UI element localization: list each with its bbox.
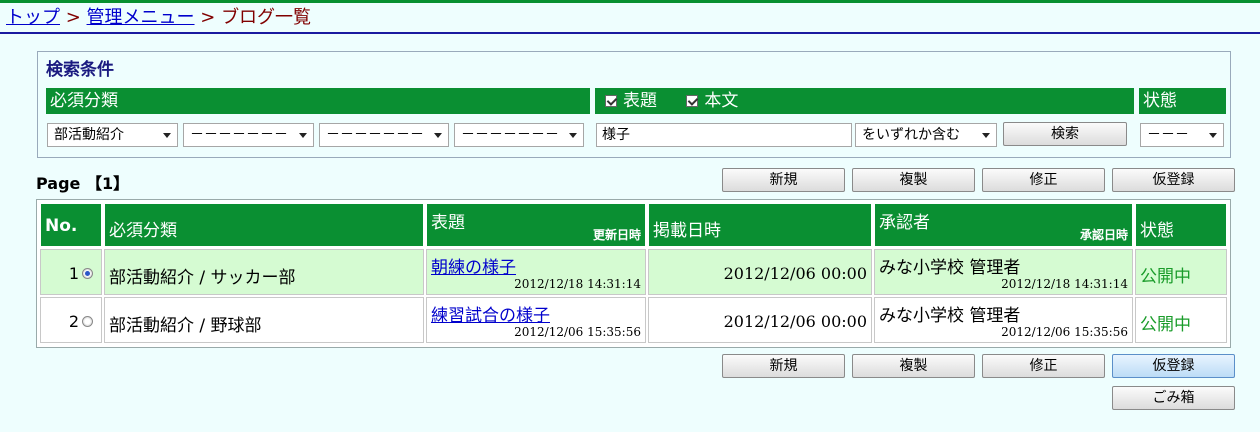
- page-indicator: Page 【1】: [36, 174, 130, 193]
- status-header: 状態: [1139, 88, 1226, 114]
- category-select-2-value: －－－－－－－: [190, 127, 288, 143]
- category-select-1-value: 部活動紹介: [54, 127, 124, 143]
- keyword-input[interactable]: 様子: [596, 123, 852, 147]
- row-published: 2012/12/06 00:00: [723, 312, 867, 331]
- breadcrumb-admin-menu-link[interactable]: 管理メニュー: [87, 7, 195, 28]
- status-header-label: 状態: [1143, 91, 1177, 111]
- header-published: 掲載日時: [648, 203, 872, 247]
- breadcrumb: トップ > 管理メニュー > ブログ一覧: [6, 4, 311, 32]
- search-button[interactable]: 検索: [1003, 122, 1127, 146]
- edit-button[interactable]: 修正: [982, 354, 1105, 378]
- top-accent-bar: [0, 0, 1260, 3]
- category-select-1[interactable]: 部活動紹介: [47, 123, 178, 147]
- chevron-down-icon: [163, 133, 171, 138]
- category-select-4[interactable]: －－－－－－－: [454, 123, 584, 147]
- chevron-down-icon: [1209, 133, 1217, 138]
- header-status: 状態: [1135, 203, 1227, 247]
- row-category: 部活動紹介 / 野球部: [109, 316, 262, 336]
- new-button[interactable]: 新規: [722, 168, 845, 192]
- header-category-label: 必須分類: [109, 221, 177, 241]
- status-select-value: －－－: [1147, 127, 1189, 143]
- row-number: 1: [68, 264, 79, 283]
- header-approved-label: 承認日時: [1079, 228, 1128, 242]
- provisional-register-button[interactable]: 仮登録: [1112, 354, 1235, 378]
- new-button[interactable]: 新規: [722, 354, 845, 378]
- chevron-down-icon: [299, 133, 307, 138]
- row-no-cell: 2: [40, 297, 102, 343]
- row-approver: みな小学校 管理者: [879, 258, 1021, 278]
- chevron-down-icon: [569, 133, 577, 138]
- copy-button[interactable]: 複製: [852, 354, 975, 378]
- category-select-2[interactable]: －－－－－－－: [183, 123, 314, 147]
- row-published-cell: 2012/12/06 00:00: [648, 249, 872, 295]
- row-approver: みな小学校 管理者: [879, 306, 1021, 326]
- row-approver-cell: みな小学校 管理者 2012/12/18 14:31:14: [874, 249, 1133, 295]
- row-select-radio[interactable]: [82, 316, 93, 327]
- title-checkbox[interactable]: [605, 95, 617, 107]
- row-title-link[interactable]: 朝練の様子: [431, 253, 516, 278]
- category-select-4-value: －－－－－－－: [461, 127, 559, 143]
- category-header: 必須分類: [46, 88, 590, 114]
- row-category-cell: 部活動紹介 / 野球部: [104, 297, 424, 343]
- breadcrumb-separator: >: [60, 7, 87, 28]
- row-approved: 2012/12/18 14:31:14: [1001, 277, 1128, 291]
- row-approved: 2012/12/06 15:35:56: [1001, 325, 1128, 339]
- body-checkbox[interactable]: [686, 95, 699, 107]
- row-number: 2: [68, 312, 79, 331]
- row-title-cell: 練習試合の様子 2012/12/06 15:35:56: [426, 297, 646, 343]
- row-status: 公開中: [1140, 267, 1191, 287]
- header-published-label: 掲載日時: [653, 221, 721, 241]
- header-status-label: 状態: [1140, 221, 1174, 241]
- row-no-cell: 1: [40, 249, 102, 295]
- breadcrumb-separator: >: [194, 7, 222, 28]
- match-mode-select[interactable]: をいずれか含む: [855, 123, 997, 147]
- breadcrumb-divider: [0, 32, 1260, 34]
- category-select-3[interactable]: －－－－－－－: [319, 123, 449, 147]
- header-updated-label: 更新日時: [592, 228, 641, 242]
- chevron-down-icon: [434, 133, 442, 138]
- row-status-cell: 公開中: [1135, 249, 1227, 295]
- row-title-link[interactable]: 練習試合の様子: [431, 301, 550, 326]
- header-approver: 承認者 承認日時: [874, 203, 1133, 247]
- category-header-label: 必須分類: [50, 91, 118, 111]
- row-approver-cell: みな小学校 管理者 2012/12/06 15:35:56: [874, 297, 1133, 343]
- provisional-register-button[interactable]: 仮登録: [1112, 168, 1235, 192]
- row-category-cell: 部活動紹介 / サッカー部: [104, 249, 424, 295]
- body-checkbox-label: 本文: [704, 91, 739, 111]
- category-select-3-value: －－－－－－－: [326, 127, 424, 143]
- edit-button[interactable]: 修正: [982, 168, 1105, 192]
- search-target-header: 表題 本文: [595, 88, 1134, 114]
- title-checkbox-label: 表題: [623, 91, 657, 111]
- row-status: 公開中: [1140, 315, 1191, 335]
- row-published: 2012/12/06 00:00: [723, 264, 867, 283]
- header-category: 必須分類: [104, 203, 424, 247]
- row-status-cell: 公開中: [1135, 297, 1227, 343]
- breadcrumb-current: ブログ一覧: [221, 7, 312, 28]
- header-no-label: No.: [45, 216, 78, 236]
- trash-button[interactable]: ごみ箱: [1112, 386, 1235, 410]
- row-select-radio[interactable]: [82, 268, 93, 279]
- row-title-cell: 朝練の様子 2012/12/18 14:31:14: [426, 249, 646, 295]
- row-updated: 2012/12/06 15:35:56: [514, 325, 641, 339]
- search-conditions-title: 検索条件: [46, 60, 114, 80]
- search-conditions-panel: 検索条件 必須分類 表題 本文 状態 部活動紹介 －－－－－－－ －－－－－－－…: [37, 51, 1231, 158]
- header-title: 表題 更新日時: [426, 203, 646, 247]
- header-approver-label: 承認者: [879, 213, 930, 233]
- match-mode-value: をいずれか含む: [862, 127, 960, 143]
- blog-table: No. 必須分類 表題 更新日時 掲載日時 承認者 承認日時 状態 1 部活動紹…: [36, 199, 1231, 348]
- keyword-input-value: 様子: [602, 127, 630, 143]
- row-published-cell: 2012/12/06 00:00: [648, 297, 872, 343]
- header-no: No.: [40, 203, 102, 247]
- chevron-down-icon: [982, 133, 990, 138]
- row-updated: 2012/12/18 14:31:14: [514, 277, 641, 291]
- status-select[interactable]: －－－: [1140, 123, 1224, 147]
- row-category: 部活動紹介 / サッカー部: [109, 268, 296, 288]
- header-title-label: 表題: [431, 213, 465, 233]
- copy-button[interactable]: 複製: [852, 168, 975, 192]
- breadcrumb-top-link[interactable]: トップ: [6, 7, 60, 28]
